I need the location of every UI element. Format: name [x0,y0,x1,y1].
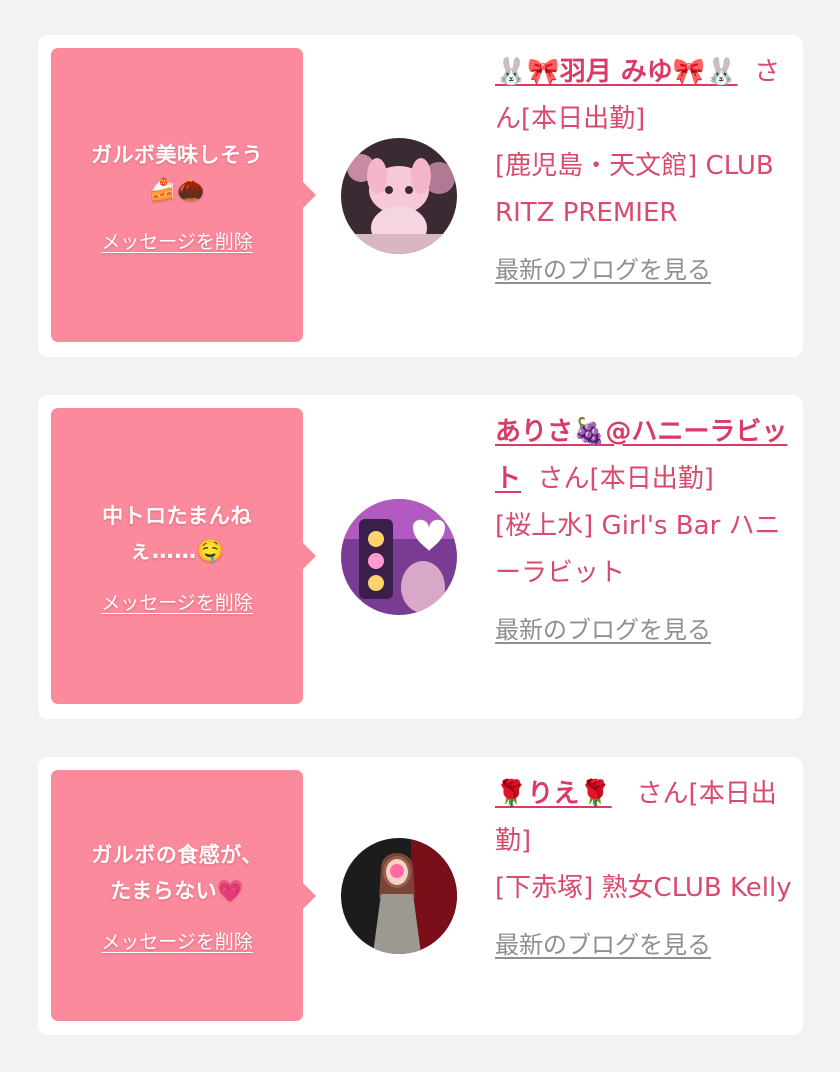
woman-in-dress-photo-icon [341,838,457,954]
message-bubble: ガルボ美味しそう 🍰🌰 メッセージを削除 [51,48,316,342]
cast-info: ありさ🍇@ハニーラビット さん[本日出勤] [桜上水] Girl's Bar ハ… [495,409,795,654]
shop-name: [鹿児島・天文館] CLUB RITZ PREMIER [495,151,774,228]
message-card: 中トロたまんね ぇ……🤤 メッセージを削除 ありさ🍇@ハニーラビット さん[本日… [38,395,803,719]
latest-blog-link[interactable]: 最新のブログを見る [495,607,711,654]
avatar[interactable] [341,838,457,954]
cast-name-link[interactable]: 🌹りえ🌹 [495,779,612,809]
message-bubble: 中トロたまんね ぇ……🤤 メッセージを削除 [51,408,316,704]
message-card: ガルボ美味しそう 🍰🌰 メッセージを削除 🐰🎀羽月 みゆ🎀🐰 さん[本日出勤] … [38,35,803,357]
delete-message-link[interactable]: メッセージを削除 [101,227,253,254]
message-card: ガルボの食感が、 たまらない💗 メッセージを削除 🌹りえ🌹 さん[本日出勤] [… [38,757,803,1035]
cast-info: 🌹りえ🌹 さん[本日出勤] [下赤塚] 熟女CLUB Kelly 最新のブログを… [495,771,795,969]
message-text: 中トロたまんね ぇ……🤤 [102,498,252,570]
shop-name: [下赤塚] 熟女CLUB Kelly [495,873,792,903]
avatar[interactable] [341,499,457,615]
message-text: ガルボ美味しそう 🍰🌰 [91,137,263,209]
message-bubble: ガルボの食感が、 たまらない💗 メッセージを削除 [51,770,316,1021]
message-line: たまらない💗 [110,879,244,903]
delete-message-link[interactable]: メッセージを削除 [101,927,253,954]
message-line: ガルボ美味しそう [91,142,263,167]
cast-name-link[interactable]: 🐰🎀羽月 みゆ🎀🐰 [495,57,738,87]
delete-message-link[interactable]: メッセージを削除 [101,588,253,615]
message-line: ガルボの食感が、 [91,843,263,867]
pink-plush-toy-icon [341,138,457,254]
latest-blog-link[interactable]: 最新のブログを見る [495,247,711,294]
attendance-status: さん[本日出勤] [537,464,714,494]
neon-sign-photo-icon [341,499,457,615]
message-line: ぇ……🤤 [129,538,225,564]
cast-info: 🐰🎀羽月 みゆ🎀🐰 さん[本日出勤] [鹿児島・天文館] CLUB RITZ P… [495,49,795,294]
shop-name: [桜上水] Girl's Bar ハニーラビット [495,511,781,588]
message-text: ガルボの食感が、 たまらない💗 [91,837,263,909]
avatar[interactable] [341,138,457,254]
message-line: 中トロたまんね [102,503,252,528]
latest-blog-link[interactable]: 最新のブログを見る [495,922,711,969]
message-line: 🍰🌰 [149,177,205,203]
